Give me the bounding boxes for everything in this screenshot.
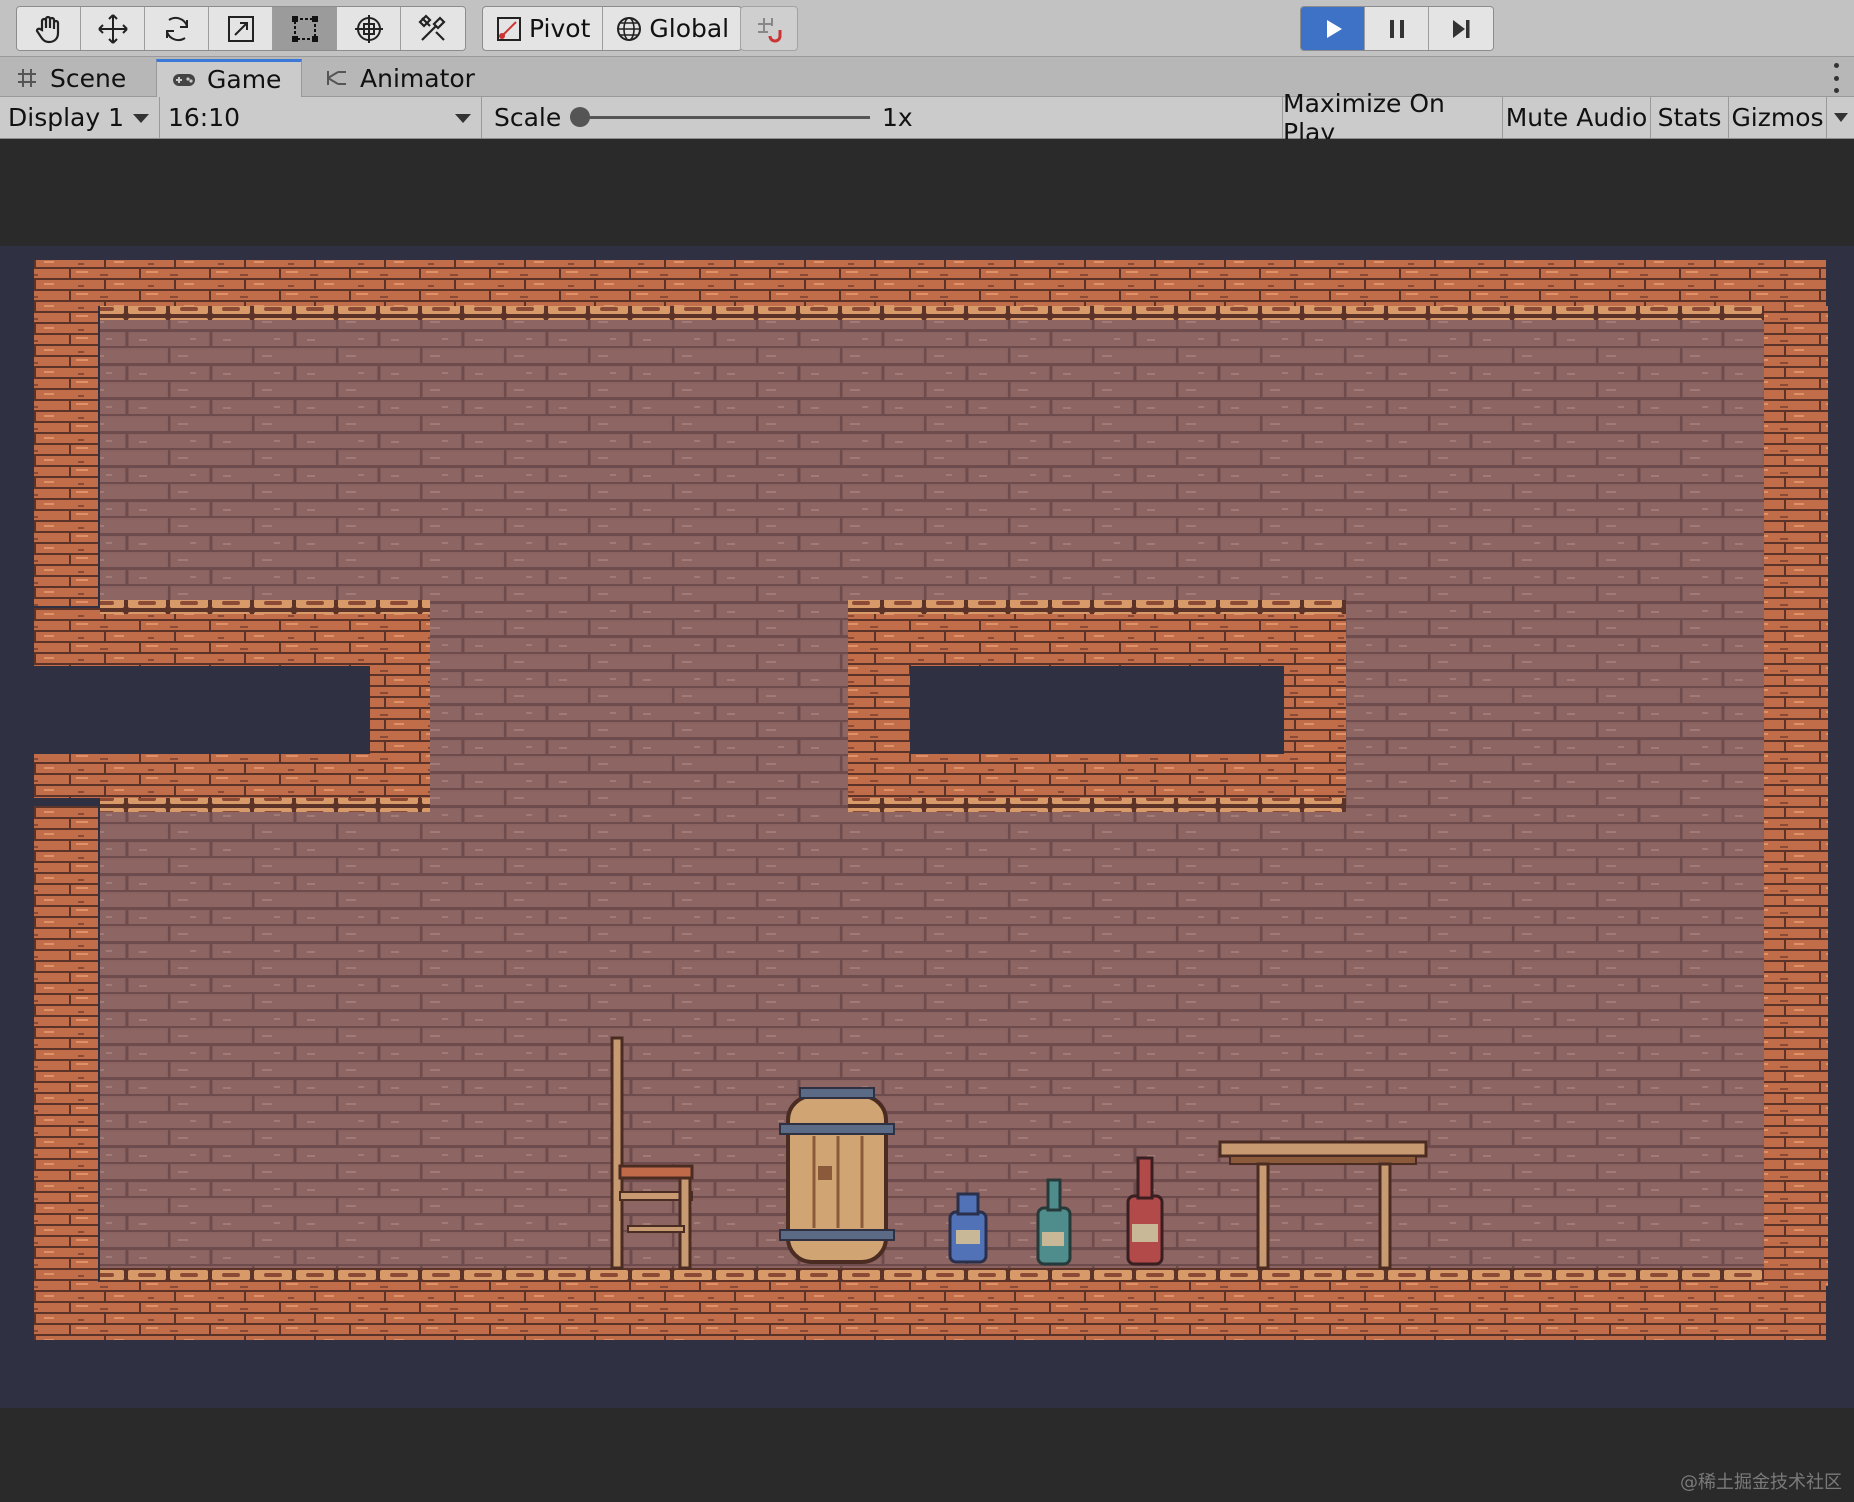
left-ledge-top-trim	[100, 600, 430, 614]
left-opening	[0, 666, 370, 764]
grid-snap-icon	[758, 17, 782, 42]
move-arrows-icon	[97, 13, 128, 44]
window-top-bricks	[848, 614, 1346, 666]
aspect-value: 16:10	[168, 103, 241, 132]
scale-slider-handle[interactable]	[570, 107, 590, 127]
floor-bricks	[34, 1282, 1826, 1340]
grid-hash-icon	[18, 69, 36, 87]
window-bottom-bricks	[848, 754, 1346, 798]
animator-icon	[327, 71, 346, 85]
window-opening	[910, 666, 1284, 754]
hand-tool-button[interactable]	[17, 7, 81, 50]
display-value: Display 1	[8, 103, 125, 132]
global-button[interactable]: Global	[603, 7, 741, 50]
aspect-dropdown[interactable]: 16:10	[160, 97, 482, 138]
scale-label: Scale	[494, 103, 562, 132]
scale-icon	[227, 15, 254, 42]
globe-icon	[617, 16, 642, 41]
ceiling-bricks	[34, 260, 1826, 306]
main-toolbar: Pivot Global	[0, 0, 1854, 57]
grid-snap-button[interactable]	[740, 6, 798, 51]
transform-tools-group	[16, 6, 466, 51]
stats-button[interactable]: Stats	[1650, 97, 1728, 138]
transform-tool-button[interactable]	[337, 7, 401, 50]
gamepad-icon	[173, 73, 195, 86]
transform-icon	[354, 14, 383, 43]
game-viewport: @稀土掘金技术社区	[0, 139, 1854, 1502]
chevron-down-icon	[133, 114, 149, 123]
pivot-button[interactable]: Pivot	[483, 7, 604, 50]
floor-trim	[100, 1268, 1764, 1282]
tab-game[interactable]: Game	[156, 59, 302, 97]
scale-tool-button[interactable]	[209, 7, 273, 50]
tab-game-label: Game	[207, 65, 282, 94]
gizmos-button[interactable]: Gizmos	[1728, 97, 1826, 138]
rect-transform-icon	[291, 15, 318, 42]
left-ledge-bottom-bricks	[34, 754, 430, 798]
left-ledge-side-bricks	[370, 666, 430, 764]
step-icon	[1453, 19, 1470, 38]
left-wall-upper-bricks	[34, 306, 98, 606]
left-ledge-top-bricks	[34, 608, 430, 666]
mute-audio-button[interactable]: Mute Audio	[1502, 97, 1650, 138]
play-button[interactable]	[1301, 7, 1365, 50]
left-ledge-bottom-trim	[100, 798, 430, 812]
rotate-tool-button[interactable]	[145, 7, 209, 50]
chevron-down-icon	[1833, 113, 1848, 122]
watermark-text: @稀土掘金技术社区	[1680, 1472, 1842, 1493]
tab-animator-label: Animator	[360, 63, 475, 93]
gizmos-dropdown[interactable]	[1826, 97, 1854, 138]
pause-icon	[1389, 19, 1404, 38]
window-bottom-trim	[848, 798, 1346, 812]
pivot-label: Pivot	[529, 14, 591, 43]
game-render-area[interactable]	[0, 246, 1854, 1408]
game-scene	[0, 260, 1828, 1340]
right-wall-bricks	[1764, 306, 1828, 1286]
move-tool-button[interactable]	[81, 7, 145, 50]
scale-value: 1x	[882, 103, 913, 132]
custom-tool-button[interactable]	[401, 7, 465, 50]
tab-scene[interactable]: Scene	[0, 59, 140, 97]
rotate-icon	[165, 16, 188, 41]
left-wall-lower-bricks	[34, 806, 98, 1286]
game-view-toolbar: Display 1 16:10 Scale 1x Maximize On Pla…	[0, 89, 1854, 147]
play-icon	[1326, 19, 1342, 38]
scale-slider-track[interactable]	[578, 116, 870, 119]
window-right-bricks	[1284, 666, 1346, 754]
rect-tool-button[interactable]	[273, 7, 337, 50]
pivot-global-group: Pivot Global	[482, 6, 743, 51]
ceiling-trim	[100, 306, 1764, 320]
window-top-trim	[848, 600, 1346, 614]
pause-button[interactable]	[1365, 7, 1429, 50]
playback-controls	[1300, 6, 1494, 51]
hand-icon	[35, 15, 59, 43]
tab-animator[interactable]: Animator	[310, 59, 489, 97]
tab-menu-kebab-icon[interactable]	[1826, 63, 1846, 93]
custom-tools-icon	[418, 13, 446, 41]
barrel-sprite	[779, 1087, 895, 1264]
pivot-icon	[497, 16, 521, 41]
global-label: Global	[649, 14, 730, 43]
window-left-bricks	[848, 666, 910, 754]
editor-tab-bar: Scene Game Animator	[0, 57, 1854, 97]
step-button[interactable]	[1429, 7, 1493, 50]
display-dropdown[interactable]: Display 1	[0, 97, 160, 138]
chevron-down-icon	[455, 114, 471, 123]
tab-scene-label: Scene	[50, 63, 127, 93]
maximize-on-play-button[interactable]: Maximize On Play	[1282, 89, 1502, 147]
